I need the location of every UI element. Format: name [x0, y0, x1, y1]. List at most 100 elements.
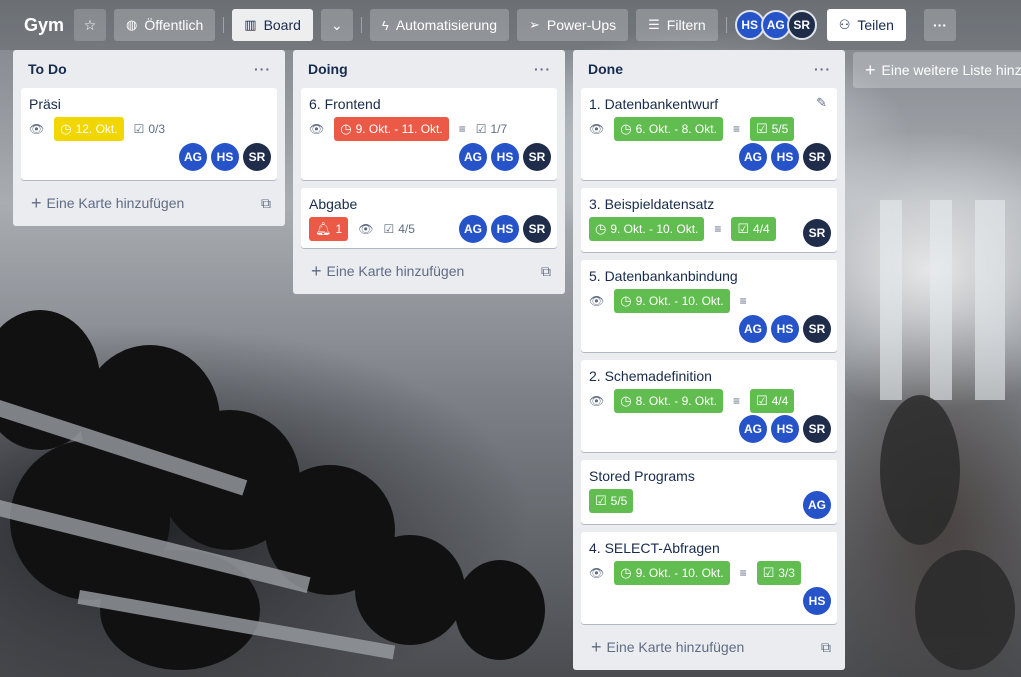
- add-person-icon: ⚇: [838, 17, 851, 32]
- description-icon: ≡: [739, 566, 747, 580]
- card[interactable]: Abgabe 🔔︎ 1 👁︎ ☑ 4/5 AG HS SR: [301, 188, 557, 248]
- card-member-avatar[interactable]: SR: [803, 315, 831, 343]
- notification-count: 1: [335, 222, 343, 236]
- more-menu-button[interactable]: ···: [923, 9, 956, 41]
- automation-button[interactable]: ϟ Automatisierung: [369, 9, 509, 41]
- add-list-button[interactable]: + Eine weitere Liste hinzufügen: [853, 52, 1021, 88]
- checklist-badge: ☑ 4/4: [749, 389, 795, 413]
- card-member-avatar[interactable]: AG: [803, 491, 831, 519]
- add-card-button[interactable]: + Eine Karte hinzufügen ⧉: [21, 188, 277, 218]
- card[interactable]: Stored Programs ☑ 5/5 AG: [581, 460, 837, 524]
- card-member-avatar[interactable]: HS: [771, 415, 799, 443]
- filter-button[interactable]: ☰ Filtern: [636, 9, 718, 41]
- card-member-avatar[interactable]: HS: [211, 143, 239, 171]
- due-date-badge[interactable]: ◷ 6. Okt. - 8. Okt.: [614, 117, 723, 141]
- list-header[interactable]: Done ···: [581, 50, 837, 88]
- card-member-avatar[interactable]: SR: [523, 215, 551, 243]
- due-date-badge[interactable]: ◷ 8. Okt. - 9. Okt.: [614, 389, 723, 413]
- chevron-down-icon: ⌄: [331, 16, 343, 33]
- checkbox-icon: ☑: [755, 393, 768, 408]
- add-card-button[interactable]: + Eine Karte hinzufügen ⧉: [301, 256, 557, 286]
- list-doing: Doing ··· 6. Frontend 👁︎ ◷ 9. Okt. - 11.…: [293, 50, 565, 294]
- card[interactable]: 5. Datenbankanbindung 👁︎ ◷ 9. Okt. - 10.…: [581, 260, 837, 352]
- due-date-badge[interactable]: ◷ 9. Okt. - 10. Okt.: [614, 561, 730, 585]
- list-menu-icon[interactable]: ···: [814, 61, 831, 77]
- visibility-button[interactable]: ◍ Öffentlich: [114, 9, 216, 41]
- due-date-badge[interactable]: ◷ 9. Okt. - 11. Okt.: [334, 117, 449, 141]
- card-member-avatar[interactable]: HS: [771, 315, 799, 343]
- card-member-avatar[interactable]: AG: [739, 415, 767, 443]
- checkbox-icon: ☑: [737, 221, 750, 236]
- notification-badge[interactable]: 🔔︎ 1: [309, 217, 349, 241]
- card-member-avatar[interactable]: SR: [803, 143, 831, 171]
- card-title: 6. Frontend: [309, 96, 381, 112]
- list-title[interactable]: Done: [588, 61, 623, 77]
- card[interactable]: 3. Beispieldatensatz ◷ 9. Okt. - 10. Okt…: [581, 188, 837, 252]
- plus-icon: +: [311, 261, 322, 281]
- card-member-avatar[interactable]: SR: [803, 415, 831, 443]
- clock-icon: ◷: [620, 121, 632, 136]
- card-member-avatar[interactable]: AG: [739, 143, 767, 171]
- due-date-badge[interactable]: ◷ 12. Okt.: [54, 117, 124, 141]
- view-switcher-button[interactable]: ▥ Board: [232, 9, 313, 41]
- due-date-label: 8. Okt. - 9. Okt.: [635, 394, 717, 408]
- watch-icon: 👁︎: [589, 566, 605, 580]
- list-title[interactable]: Doing: [308, 61, 348, 77]
- lightning-icon: ϟ: [381, 17, 389, 33]
- star-button[interactable]: ☆: [74, 9, 107, 41]
- list-menu-icon[interactable]: ···: [254, 61, 271, 77]
- clock-icon: ◷: [340, 121, 352, 136]
- list-header[interactable]: Doing ···: [301, 50, 557, 88]
- filter-label: Filtern: [666, 17, 706, 33]
- card-template-icon[interactable]: ⧉: [541, 263, 551, 280]
- add-card-button[interactable]: + Eine Karte hinzufügen ⧉: [581, 632, 837, 662]
- checklist-count: 1/7: [490, 122, 508, 136]
- edit-icon[interactable]: ✎: [816, 95, 827, 111]
- clock-icon: ◷: [620, 293, 632, 308]
- due-date-badge[interactable]: ◷ 9. Okt. - 10. Okt.: [614, 289, 730, 313]
- share-button[interactable]: ⚇ Teilen: [826, 9, 906, 41]
- checkbox-icon: ☑: [595, 493, 607, 508]
- card-member-avatar[interactable]: SR: [243, 143, 271, 171]
- card-member-avatar[interactable]: SR: [523, 143, 551, 171]
- list-title[interactable]: To Do: [28, 61, 67, 77]
- watch-icon: 👁︎: [589, 122, 605, 136]
- watch-icon: 👁︎: [358, 222, 374, 236]
- description-icon: ≡: [458, 122, 466, 136]
- list-header[interactable]: To Do ···: [21, 50, 277, 88]
- view-label: Board: [263, 17, 301, 33]
- card[interactable]: 4. SELECT-Abfragen 👁︎ ◷ 9. Okt. - 10. Ok…: [581, 532, 837, 624]
- watch-icon: 👁︎: [309, 122, 325, 136]
- checklist-badge: ☑ 4/4: [731, 217, 776, 241]
- due-date-label: 9. Okt. - 11. Okt.: [355, 122, 443, 136]
- powerups-button[interactable]: ➢ Power-Ups: [516, 9, 629, 41]
- view-dropdown-button[interactable]: ⌄: [320, 9, 353, 41]
- card-member-avatar[interactable]: AG: [459, 215, 487, 243]
- list-menu-icon[interactable]: ···: [534, 61, 551, 77]
- board-title[interactable]: Gym: [8, 15, 74, 36]
- header-divider: [360, 17, 362, 33]
- powerups-label: Power-Ups: [546, 17, 617, 33]
- card[interactable]: ✎ 1. Datenbankentwurf 👁︎ ◷ 6. Okt. - 8. …: [581, 88, 837, 180]
- card-member-avatar[interactable]: HS: [491, 215, 519, 243]
- due-date-badge[interactable]: ◷ 9. Okt. - 10. Okt.: [589, 217, 705, 241]
- card-member-avatar[interactable]: AG: [179, 143, 207, 171]
- checklist-count: 4/4: [753, 222, 770, 236]
- member-avatar[interactable]: SR: [786, 10, 817, 40]
- card-member-avatar[interactable]: SR: [803, 219, 831, 247]
- card-member-avatar[interactable]: AG: [459, 143, 487, 171]
- description-icon: ≡: [732, 122, 740, 136]
- card[interactable]: 6. Frontend 👁︎ ◷ 9. Okt. - 11. Okt. ≡ ☑ …: [301, 88, 557, 180]
- card-template-icon[interactable]: ⧉: [261, 195, 271, 212]
- card[interactable]: 2. Schemadefinition 👁︎ ◷ 8. Okt. - 9. Ok…: [581, 360, 837, 452]
- card-template-icon[interactable]: ⧉: [821, 639, 831, 656]
- card-title: Präsi: [29, 96, 61, 112]
- card[interactable]: Präsi 👁︎ ◷ 12. Okt. ☑ 0/3 AG HS SR: [21, 88, 277, 180]
- card-member-avatar[interactable]: AG: [739, 315, 767, 343]
- card-member-avatar[interactable]: HS: [771, 143, 799, 171]
- card-member-avatar[interactable]: HS: [491, 143, 519, 171]
- card-title: Stored Programs: [589, 468, 695, 484]
- description-icon: ≡: [714, 222, 722, 236]
- checklist-count: 0/3: [148, 122, 166, 136]
- card-member-avatar[interactable]: HS: [803, 587, 831, 615]
